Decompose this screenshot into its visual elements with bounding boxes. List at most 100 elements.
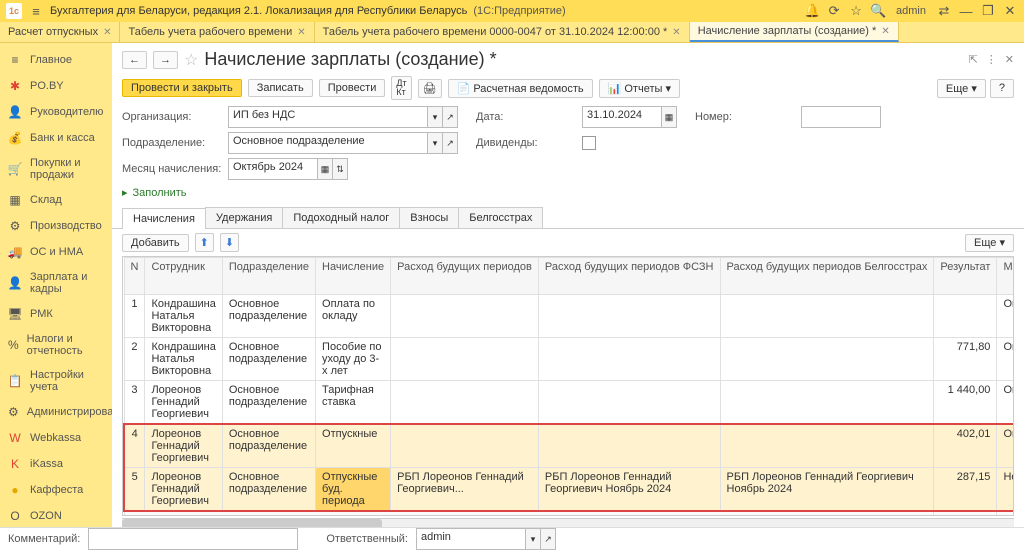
table-row[interactable]: 2Кондрашина Наталья ВикторовнаОсновное п… [124, 338, 1013, 381]
payroll-grid[interactable]: N Сотрудник Подразделение Начисление Рас… [123, 257, 1013, 515]
favorite-star-icon[interactable]: ☆ [184, 50, 198, 70]
sub-tab[interactable]: Подоходный налог [282, 207, 400, 228]
sidebar-item[interactable]: 🛒Покупки и продажи [0, 151, 112, 187]
star-icon[interactable]: ☆ [848, 3, 864, 19]
col-n[interactable]: N [124, 258, 145, 295]
bell-icon[interactable]: 🔔 [804, 3, 820, 19]
fill-link[interactable]: Заполнить [112, 182, 1024, 203]
run-and-close-button[interactable]: Провести и закрыть [122, 79, 242, 97]
dtkt-button[interactable]: Дт Кт [391, 76, 411, 100]
sidebar-item[interactable]: ●Каффеста [0, 477, 112, 503]
sub-tab[interactable]: Удержания [205, 207, 283, 228]
dividends-checkbox[interactable] [582, 136, 596, 150]
table-row[interactable]: 1Кондрашина Наталья ВикторовнаОсновное п… [124, 295, 1013, 338]
org-field[interactable]: ИП без НДС [228, 106, 428, 128]
header-more-icon[interactable]: ⋮ [986, 53, 997, 66]
tab-close-icon[interactable]: ✕ [103, 27, 111, 38]
responsible-pick-icon[interactable]: ▾ [526, 528, 541, 550]
window-close-icon[interactable]: ✕ [1002, 3, 1018, 19]
sidebar-icon: ▦ [8, 193, 22, 207]
payroll-sheet-button[interactable]: 📄 Расчетная ведомость [448, 79, 593, 98]
reports-dropdown[interactable]: 📊 Отчеты ▾ [599, 79, 680, 98]
document-tab[interactable]: Табель учета рабочего времени 0000-0047 … [315, 22, 690, 42]
table-row[interactable]: 3Лореонов Геннадий ГеоргиевичОсновное по… [124, 381, 1013, 425]
sidebar-item[interactable]: OOZON [0, 503, 112, 529]
tab-close-icon[interactable]: ✕ [672, 27, 680, 38]
dept-field[interactable]: Основное подразделение [228, 132, 428, 154]
toolbar-more-button[interactable]: Еще ▾ [937, 79, 986, 98]
window-divider-icon[interactable]: ⇄ [936, 3, 952, 19]
table-row[interactable]: 4Лореонов Геннадий ГеоргиевичОсновное по… [124, 424, 1013, 468]
org-open-icon[interactable]: ↗ [443, 106, 458, 128]
sidebar-icon: 👤 [8, 105, 22, 119]
sidebar-item[interactable]: ▦Склад [0, 187, 112, 213]
number-field[interactable] [801, 106, 881, 128]
dept-open-icon[interactable]: ↗ [443, 132, 458, 154]
move-up-button[interactable]: ⬆ [195, 233, 214, 252]
nav-back-button[interactable]: ← [122, 51, 147, 69]
window-restore-icon[interactable]: ❐ [980, 3, 996, 19]
dept-pick-icon[interactable]: ▾ [428, 132, 443, 154]
document-tab[interactable]: Начисление зарплаты (создание) *✕ [690, 22, 899, 42]
month-field[interactable]: Октябрь 2024 [228, 158, 318, 180]
sidebar-item[interactable]: 🚚ОС и НМА [0, 239, 112, 265]
grid-more-button[interactable]: Еще ▾ [965, 234, 1014, 252]
sidebar-item[interactable]: ≡Главное [0, 47, 112, 73]
sidebar-icon: W [8, 431, 22, 445]
responsible-open-icon[interactable]: ↗ [541, 528, 556, 550]
header-close-icon[interactable]: ✕ [1005, 53, 1014, 66]
sidebar-item[interactable]: ⚙Производство [0, 213, 112, 239]
menu-icon[interactable]: ≡ [28, 3, 44, 19]
history-icon[interactable]: ⟳ [826, 3, 842, 19]
col-tax-period[interactable]: Месяц налогового периода [997, 258, 1013, 295]
sub-tab[interactable]: Взносы [399, 207, 459, 228]
sidebar-item[interactable]: 👤Руководителю [0, 99, 112, 125]
current-user[interactable]: admin [896, 5, 926, 17]
document-tab[interactable]: Табель учета рабочего времени ✕ [120, 22, 314, 42]
run-button[interactable]: Провести [319, 79, 386, 97]
sidebar-item[interactable]: 👤Зарплата и кадры [0, 265, 112, 301]
date-field[interactable]: 31.10.2024 [582, 106, 662, 128]
tab-label: Табель учета рабочего времени [128, 26, 292, 38]
col-result[interactable]: Результат [934, 258, 997, 295]
document-tab[interactable]: Расчет отпускных✕ [0, 22, 120, 42]
col-dept[interactable]: Подразделение [222, 258, 315, 295]
print-icon-button[interactable]: 🖨 [418, 79, 442, 98]
sidebar-item[interactable]: %Налоги и отчетность [0, 327, 112, 363]
month-stepper-icon[interactable]: ⇅ [333, 158, 348, 180]
save-button[interactable]: Записать [248, 79, 313, 97]
org-pick-icon[interactable]: ▾ [428, 106, 443, 128]
tab-close-icon[interactable]: ✕ [881, 26, 889, 37]
col-calc[interactable]: Начисление [316, 258, 391, 295]
date-label: Дата: [476, 111, 576, 123]
search-icon[interactable]: 🔍 [870, 3, 886, 19]
sidebar-icon: 🛒 [8, 162, 22, 176]
sidebar-item[interactable]: 💰Банк и касса [0, 125, 112, 151]
date-calendar-icon[interactable]: ▦ [662, 106, 677, 128]
month-calendar-icon[interactable]: ▦ [318, 158, 333, 180]
detach-icon[interactable]: ⇱ [969, 53, 978, 66]
table-row[interactable]: 5Лореонов Геннадий ГеоргиевичОсновное по… [124, 468, 1013, 512]
col-rbp-fszn[interactable]: Расход будущих периодов ФСЗН [538, 258, 720, 295]
nav-forward-button[interactable]: → [153, 51, 178, 69]
sidebar-item[interactable]: WWebkassa [0, 425, 112, 451]
window-minimize-icon[interactable]: — [958, 3, 974, 19]
sidebar-item[interactable]: 📋Настройки учета [0, 363, 112, 399]
tab-close-icon[interactable]: ✕ [297, 27, 305, 38]
section-sidebar: ≡Главное✱PO.BY👤Руководителю💰Банк и касса… [0, 43, 112, 529]
col-rbp-bgs[interactable]: Расход будущих периодов Белгосстрах [720, 258, 934, 295]
sidebar-item[interactable]: ✱PO.BY [0, 73, 112, 99]
sidebar-item[interactable]: KiKassa [0, 451, 112, 477]
sub-tab[interactable]: Белгосстрах [458, 207, 543, 228]
sidebar-item[interactable]: ⚙Администрирование [0, 399, 112, 425]
help-button[interactable]: ? [990, 79, 1014, 98]
add-row-button[interactable]: Добавить [122, 234, 189, 252]
sub-tab[interactable]: Начисления [122, 208, 206, 229]
sidebar-item[interactable]: 🖥РМК [0, 301, 112, 327]
footer-total: 2 900,96 [934, 511, 997, 515]
col-rbp[interactable]: Расход будущих периодов [391, 258, 539, 295]
col-employee[interactable]: Сотрудник [145, 258, 222, 295]
responsible-field[interactable]: admin [416, 528, 526, 550]
comment-field[interactable] [88, 528, 298, 550]
move-down-button[interactable]: ⬇ [220, 233, 239, 252]
